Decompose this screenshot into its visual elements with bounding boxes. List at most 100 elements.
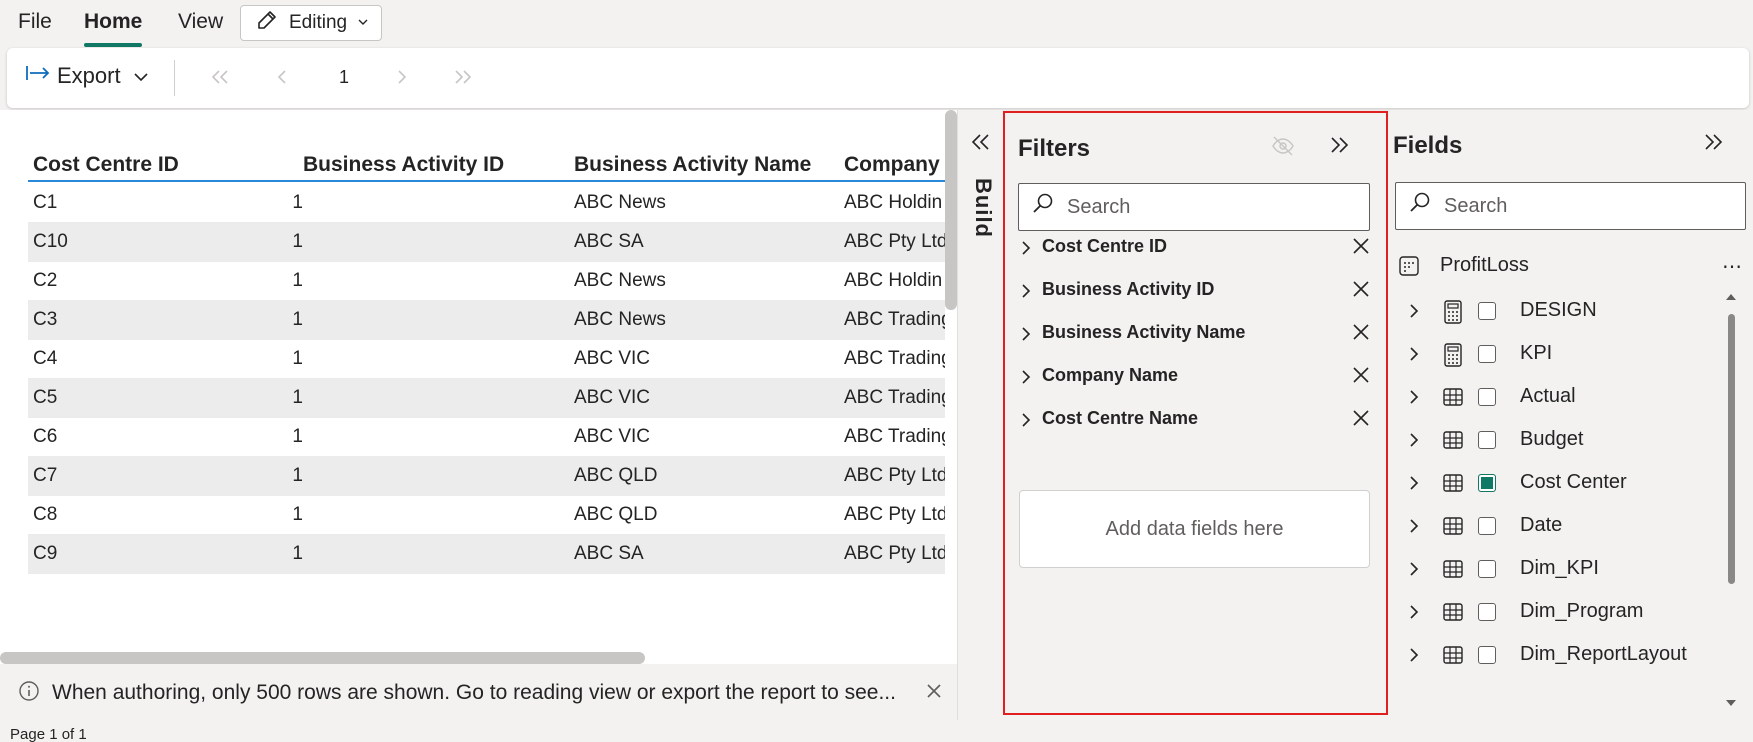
table-cell: ABC Holdin xyxy=(844,270,943,291)
collapse-left-icon[interactable] xyxy=(970,132,992,157)
search-placeholder: Search xyxy=(1444,194,1508,217)
table-header: Cost Centre ID Business Activity ID Busi… xyxy=(28,150,945,182)
fields-scrollbar[interactable] xyxy=(1725,290,1737,710)
filter-drop-zone[interactable]: Add data fields here xyxy=(1019,490,1370,568)
first-page-icon[interactable] xyxy=(209,68,231,91)
next-page-icon[interactable] xyxy=(395,68,409,91)
scrollbar-thumb[interactable] xyxy=(1728,314,1735,584)
table-row[interactable]: C9 1 ABC SA ABC Pty Ltd xyxy=(28,535,945,574)
filter-card[interactable]: Company Name xyxy=(1020,362,1370,392)
table-row[interactable]: C7 1 ABC QLD ABC Pty Ltd xyxy=(28,457,945,496)
chevron-right-icon[interactable] xyxy=(1020,282,1032,305)
remove-filter-icon[interactable] xyxy=(1352,237,1370,260)
table-row[interactable]: C5 1 ABC VIC ABC Trading xyxy=(28,379,945,418)
chevron-right-icon[interactable] xyxy=(1020,411,1032,434)
info-message: When authoring, only 500 rows are shown.… xyxy=(52,681,896,704)
column-header[interactable]: Business Activity Name xyxy=(574,153,811,177)
collapse-right-icon[interactable] xyxy=(1328,135,1350,160)
horizontal-scrollbar[interactable] xyxy=(0,652,645,664)
field-table-item[interactable]: Date xyxy=(1408,511,1728,541)
export-button[interactable]: Export xyxy=(25,63,149,89)
table-row[interactable]: C4 1 ABC VIC ABC Trading xyxy=(28,340,945,379)
filter-card[interactable]: Business Activity ID xyxy=(1020,276,1370,306)
model-icon xyxy=(1398,255,1420,282)
field-label: Dim_KPI xyxy=(1520,557,1599,579)
calculator-icon xyxy=(1442,300,1464,329)
chevron-right-icon[interactable] xyxy=(1408,345,1420,368)
table-icon xyxy=(1442,386,1464,413)
table-row[interactable]: C2 1 ABC News ABC Holdin xyxy=(28,262,945,301)
table-icon xyxy=(1442,429,1464,456)
remove-filter-icon[interactable] xyxy=(1352,409,1370,432)
field-table-item[interactable]: Dim_Program xyxy=(1408,597,1728,627)
table-row[interactable]: C8 1 ABC QLD ABC Pty Ltd xyxy=(28,496,945,535)
previous-page-icon[interactable] xyxy=(275,68,289,91)
table-row[interactable]: C6 1 ABC VIC ABC Trading xyxy=(28,418,945,457)
table-icon xyxy=(1442,644,1464,671)
field-table-item[interactable]: KPI xyxy=(1408,339,1728,369)
build-tab[interactable]: Build xyxy=(970,178,996,238)
chevron-right-icon[interactable] xyxy=(1408,431,1420,454)
table-cell: ABC SA xyxy=(574,231,644,252)
field-checkbox[interactable] xyxy=(1478,603,1496,621)
menu-file[interactable]: File xyxy=(18,10,52,34)
scroll-up-icon[interactable] xyxy=(1725,290,1737,308)
table-visual[interactable]: Cost Centre ID Business Activity ID Busi… xyxy=(28,150,945,682)
field-table-item[interactable]: Dim_KPI xyxy=(1408,554,1728,584)
last-page-icon[interactable] xyxy=(452,68,474,91)
remove-filter-icon[interactable] xyxy=(1352,366,1370,389)
field-checkbox[interactable] xyxy=(1478,345,1496,363)
menu-home[interactable]: Home xyxy=(84,10,142,34)
chevron-right-icon[interactable] xyxy=(1020,368,1032,391)
table-row[interactable]: C10 1 ABC SA ABC Pty Ltd xyxy=(28,223,945,262)
filter-card[interactable]: Business Activity Name xyxy=(1020,319,1370,349)
chevron-right-icon[interactable] xyxy=(1408,474,1420,497)
table-row[interactable]: C3 1 ABC News ABC Trading xyxy=(28,301,945,340)
filter-card[interactable]: Cost Centre Name xyxy=(1020,405,1370,435)
chevron-right-icon[interactable] xyxy=(1408,603,1420,626)
scroll-down-icon[interactable] xyxy=(1725,696,1737,714)
table-cell: 1 xyxy=(292,504,303,525)
table-cell: ABC News xyxy=(574,270,666,291)
field-checkbox[interactable] xyxy=(1478,302,1496,320)
field-checkbox[interactable] xyxy=(1478,431,1496,449)
filter-card[interactable]: Cost Centre ID xyxy=(1020,233,1370,263)
menu-view[interactable]: View xyxy=(178,10,223,34)
table-row[interactable]: C1 1 ABC News ABC Holdin xyxy=(28,184,945,223)
column-header[interactable]: Business Activity ID xyxy=(303,153,504,177)
active-tab-indicator xyxy=(84,43,142,47)
eye-hidden-icon[interactable] xyxy=(1270,135,1296,162)
field-table-item[interactable]: Cost Center xyxy=(1408,468,1728,498)
chevron-right-icon[interactable] xyxy=(1408,646,1420,669)
chevron-right-icon[interactable] xyxy=(1020,325,1032,348)
field-checkbox[interactable] xyxy=(1478,560,1496,578)
field-table-item[interactable]: Dim_ReportLayout xyxy=(1408,640,1728,670)
field-checkbox[interactable] xyxy=(1478,474,1496,492)
field-label: Dim_Program xyxy=(1520,600,1644,622)
column-header[interactable]: Company xyxy=(844,153,940,177)
filters-search-input[interactable]: Search xyxy=(1018,183,1370,231)
more-options-icon[interactable]: ⋯ xyxy=(1722,254,1742,279)
chevron-right-icon[interactable] xyxy=(1020,239,1032,262)
vertical-scrollbar[interactable] xyxy=(945,110,957,310)
fields-search-input[interactable]: Search xyxy=(1395,182,1746,230)
toolbar-separator xyxy=(174,60,175,96)
collapse-right-icon[interactable] xyxy=(1702,132,1724,157)
close-icon[interactable] xyxy=(925,682,943,705)
field-table-item[interactable]: DESIGN xyxy=(1408,296,1728,326)
column-header[interactable]: Cost Centre ID xyxy=(33,153,179,177)
field-checkbox[interactable] xyxy=(1478,388,1496,406)
chevron-right-icon[interactable] xyxy=(1408,388,1420,411)
field-table-item[interactable]: Actual xyxy=(1408,382,1728,412)
chevron-right-icon[interactable] xyxy=(1408,560,1420,583)
remove-filter-icon[interactable] xyxy=(1352,280,1370,303)
table-icon xyxy=(1442,558,1464,585)
field-checkbox[interactable] xyxy=(1478,646,1496,664)
remove-filter-icon[interactable] xyxy=(1352,323,1370,346)
chevron-right-icon[interactable] xyxy=(1408,302,1420,325)
chevron-right-icon[interactable] xyxy=(1408,517,1420,540)
editing-mode-button[interactable]: Editing xyxy=(240,5,382,41)
field-checkbox[interactable] xyxy=(1478,517,1496,535)
chevron-down-icon xyxy=(133,63,149,89)
field-table-item[interactable]: Budget xyxy=(1408,425,1728,455)
